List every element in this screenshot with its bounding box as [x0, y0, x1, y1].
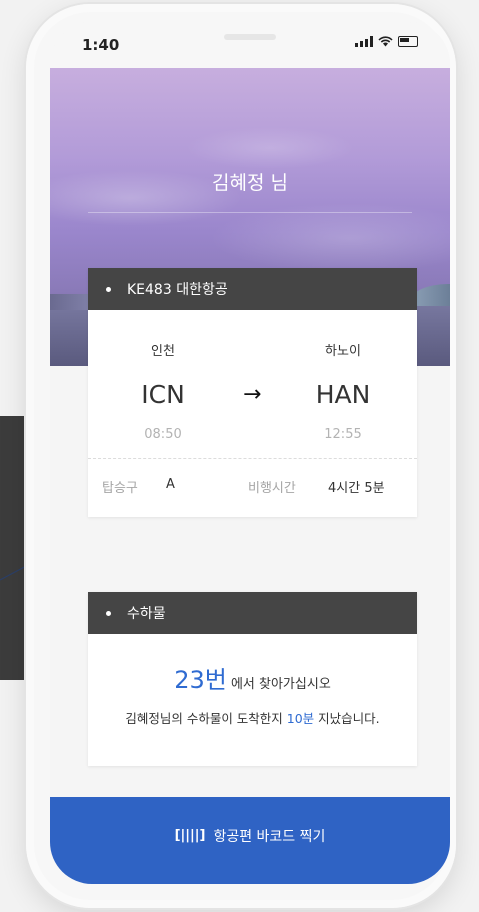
baggage-message-prefix: 김혜정님의 수하물이 도착한지 [125, 711, 287, 726]
bullet-icon [106, 610, 111, 616]
baggage-carousel-line: 23번 에서 찾아가십시오 [88, 660, 417, 695]
gate-value: A [166, 477, 175, 492]
wifi-icon [378, 36, 393, 47]
departure-city: 인천 [151, 344, 175, 359]
battery-icon [398, 36, 418, 47]
terminal-building-left [50, 294, 90, 310]
baggage-status-message: 김혜정님의 수하물이 도착한지 10분 지났습니다. [88, 708, 417, 727]
duration-value: 4시간 5분 [328, 481, 385, 496]
baggage-card: 수하물 23번 에서 찾아가십시오 김혜정님의 수하물이 도착한지 10분 지났… [88, 592, 417, 766]
flight-details: 탑승구 A 비행시간 4시간 5분 [88, 458, 417, 512]
flight-info-card: KE483 대한항공 인천 ICN 08:50 → 하노이 HAN 12:55 … [88, 268, 417, 517]
passenger-greeting: 김혜정 님 [212, 172, 288, 194]
flight-card-header: KE483 대한항공 [88, 268, 417, 310]
gate-label: 탑승구 [102, 481, 138, 496]
status-bar: 1:40 [50, 22, 450, 68]
barcode-icon: [||||] [174, 828, 206, 843]
elapsed-time: 10분 [286, 711, 315, 726]
bullet-icon [106, 286, 111, 292]
status-time: 1:40 [82, 36, 120, 54]
arrow-right-icon: → [243, 382, 262, 407]
departure-code: ICN [141, 380, 185, 409]
arrival-city: 하노이 [325, 344, 361, 359]
arrival-time: 12:55 [324, 427, 362, 442]
app-screen: 김혜정 님 1:40 KE483 대한항공 인천 ICN 08:50 → 하노이… [50, 22, 450, 884]
hero-divider [88, 212, 412, 213]
signal-icon [355, 36, 373, 47]
baggage-body: 23번 에서 찾아가십시오 김혜정님의 수하물이 도착한지 10분 지났습니다. [88, 634, 417, 766]
carousel-number: 23번 [174, 666, 227, 694]
carousel-instruction: 에서 찾아가십시오 [226, 677, 331, 692]
scan-barcode-label: 항공편 바코드 찍기 [213, 828, 326, 845]
status-icons [355, 36, 418, 47]
baggage-message-suffix: 지났습니다. [314, 711, 380, 726]
phone-notch [164, 22, 336, 66]
departure-time: 08:50 [144, 427, 182, 442]
flight-number: KE483 대한항공 [127, 282, 228, 298]
arrival-code: HAN [315, 380, 371, 409]
baggage-card-header: 수하물 [88, 592, 417, 634]
speaker-slot [224, 34, 276, 40]
duration-label: 비행시간 [248, 481, 296, 496]
scan-barcode-button[interactable]: [||||] 항공편 바코드 찍기 [50, 797, 450, 884]
baggage-title: 수하물 [127, 606, 166, 622]
